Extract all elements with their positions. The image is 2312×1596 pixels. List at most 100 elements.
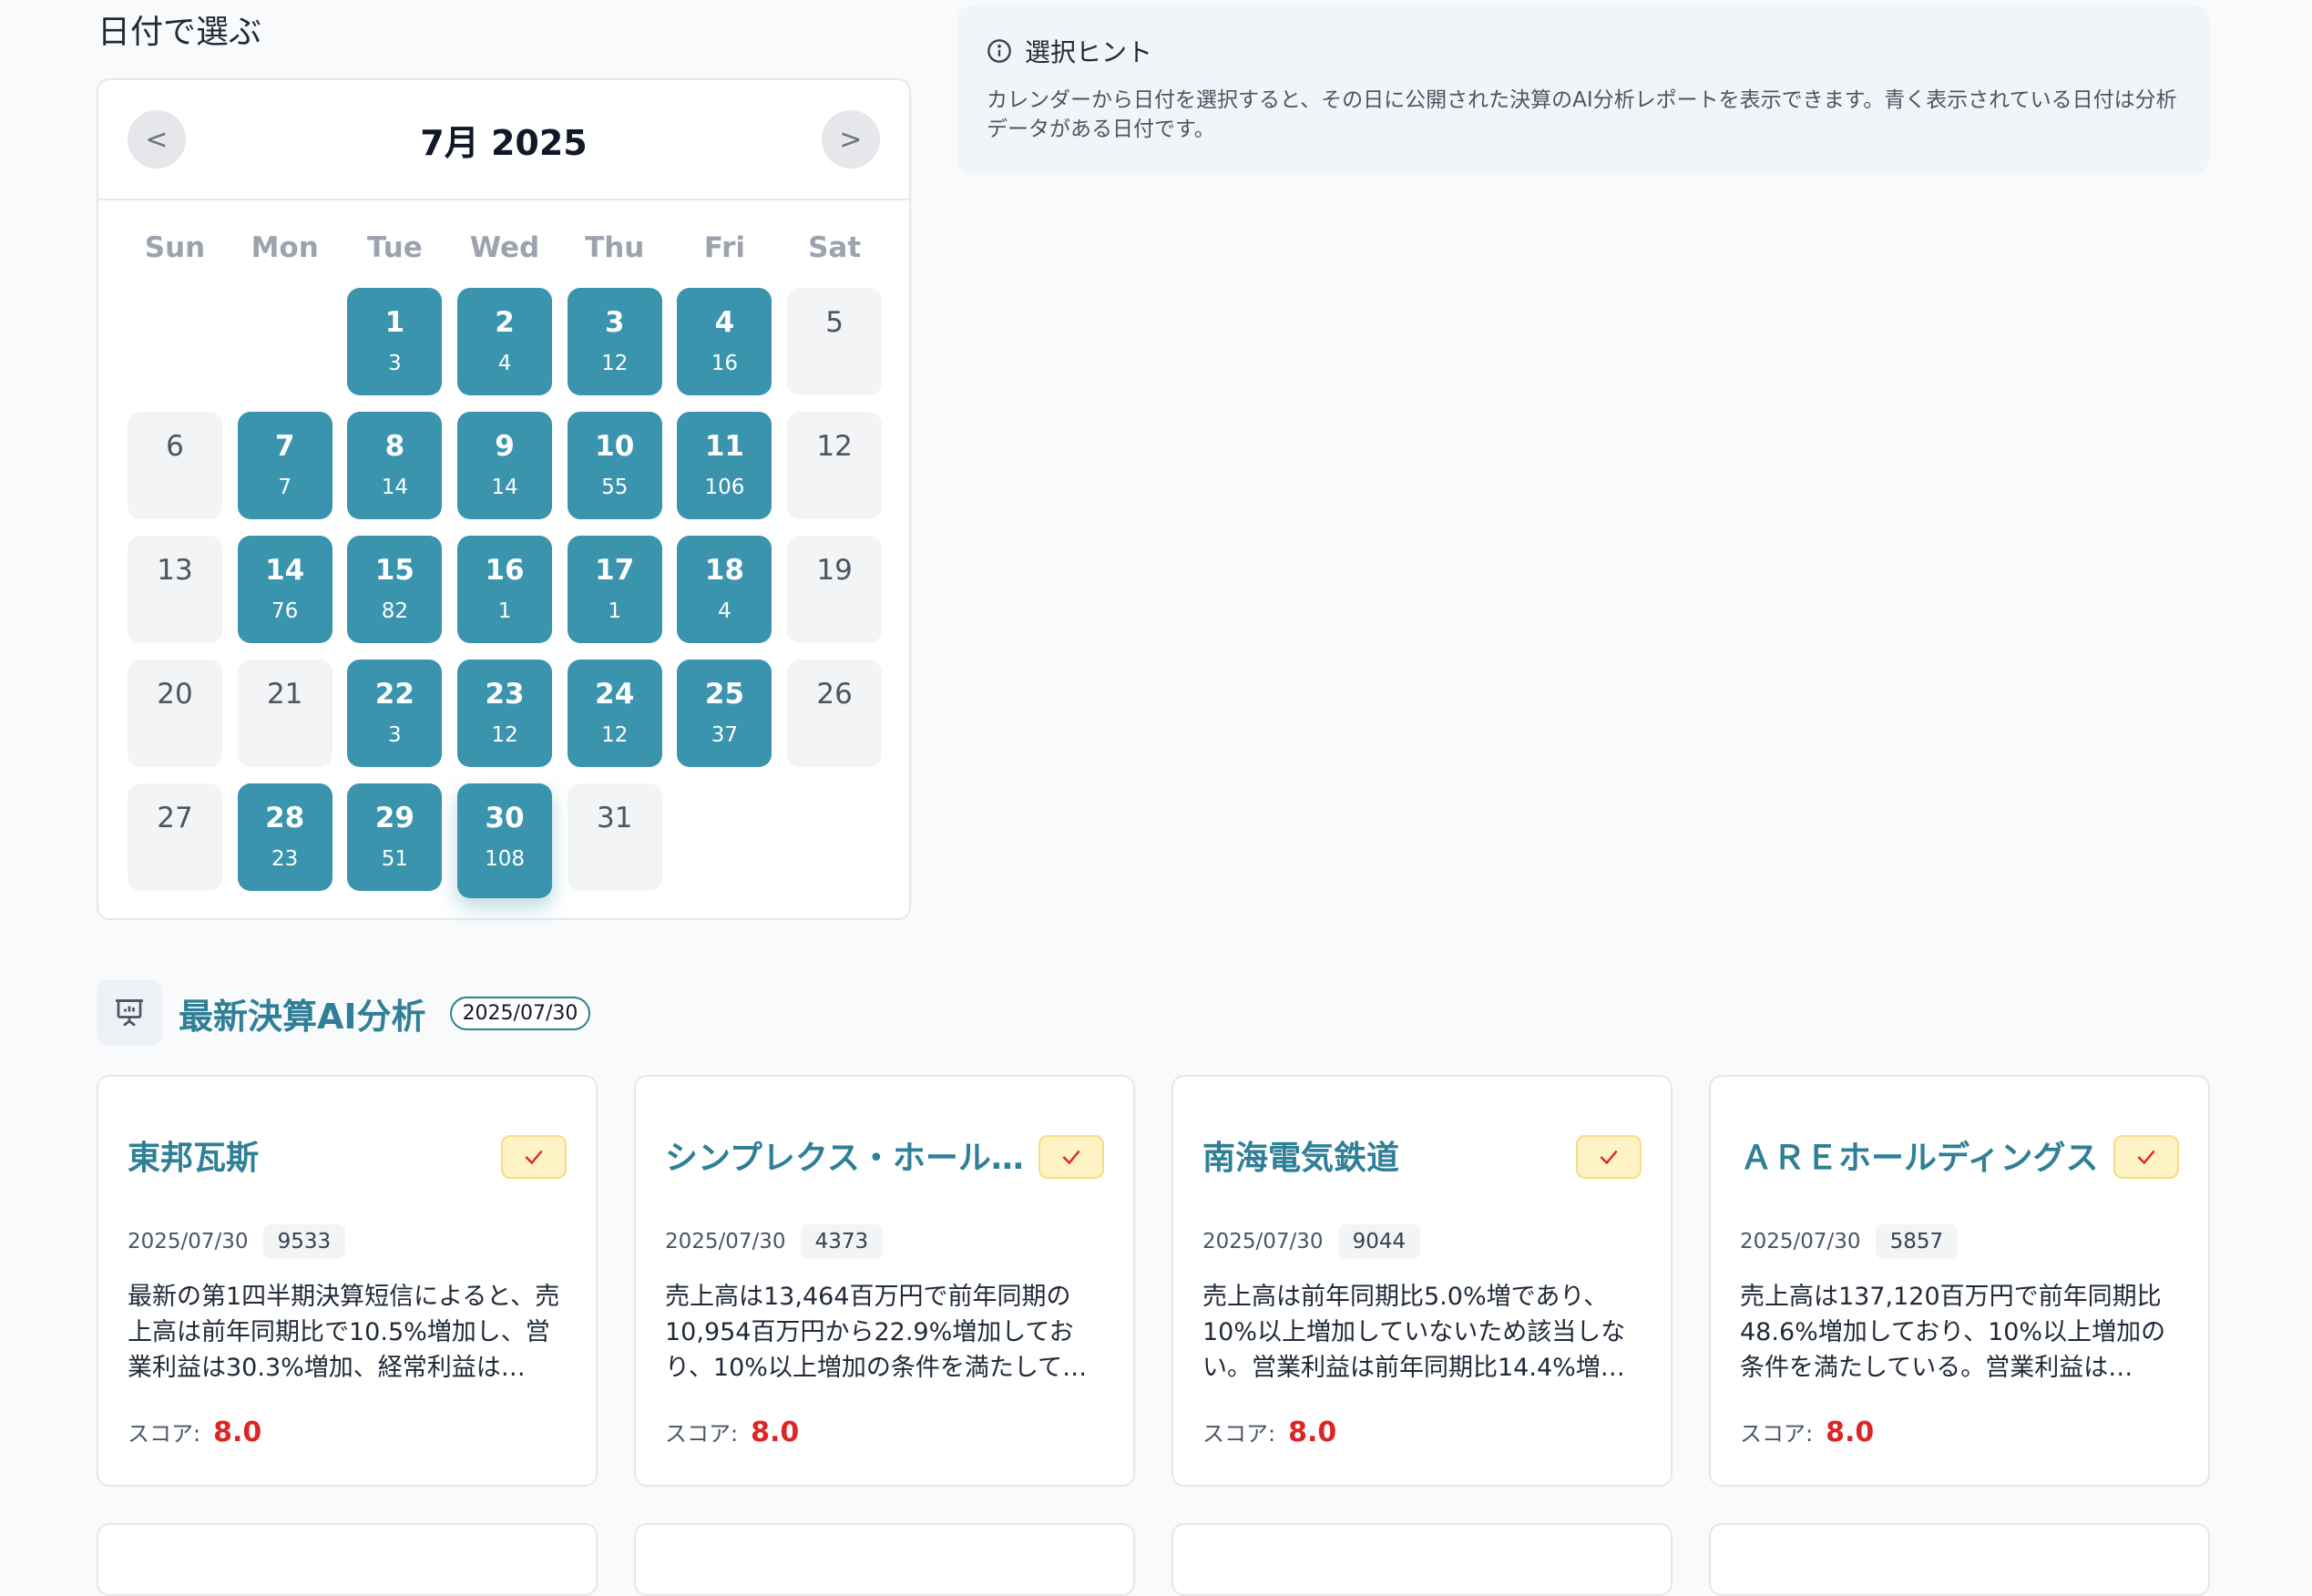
check-icon [2113,1135,2179,1179]
check-icon [1038,1135,1104,1179]
card-date: 2025/07/30 [1202,1230,1324,1253]
day-number: 1 [384,306,405,339]
analysis-card[interactable] [97,1523,598,1596]
day-number: 14 [265,554,305,587]
calendar-grid: 1 3 2 4 3 12 4 16 5 6 7 7 8 14 9 14 10 55 11 106 12 13 14 76 15 8… [128,288,883,898]
day-number: 27 [157,802,193,834]
company-name[interactable]: シンプレクス・ホール… [665,1131,1038,1179]
calendar-day-23[interactable]: 23 12 [457,660,553,767]
stock-code-badge: 4373 [800,1224,884,1259]
report-count: 106 [704,476,745,499]
calendar-day-7[interactable]: 77 [237,412,332,519]
day-number: 7 [274,430,295,463]
report-count: 12 [601,723,629,747]
analysis-card[interactable] [1709,1523,2210,1596]
calendar-day-29[interactable]: 29 51 [347,783,443,891]
report-count: 12 [601,352,629,375]
calendar-day-11[interactable]: 11 106 [677,412,772,519]
calendar-day-8[interactable]: 8 14 [347,412,443,519]
calendar-day-28[interactable]: 28 23 [237,783,332,891]
calendar-day-13: 13 [128,536,222,643]
calendar-day-10[interactable]: 10 55 [567,412,662,519]
report-count: 37 [711,723,739,747]
calendar-day-2[interactable]: 24 [457,288,553,395]
hint-text: カレンダーから日付を選択すると、その日に公開された決算のAI分析レポートを表示で… [987,88,2177,141]
analysis-card[interactable]: 東邦瓦斯 2025/07/30 9533 最新の第1四半期決算短信によると、売上高は前… [97,1075,598,1487]
calendar-day-15[interactable]: 15 82 [347,536,443,643]
card-date: 2025/07/30 [665,1230,786,1253]
report-count: 108 [485,847,526,871]
day-number: 20 [157,678,193,711]
report-count: 3 [388,723,402,747]
analysis-card[interactable]: 南海電気鉄道 2025/07/30 9044 売上高は前年同期比5.0%増であり、10… [1171,1075,1673,1487]
calendar-day-26: 26 [787,660,883,767]
card-summary: 売上高は前年同期比5.0%増であり、10%以上増加していないため該当しない。営業… [1202,1283,1626,1382]
calendar-day-3[interactable]: 3 12 [567,288,662,395]
calendar-day-21: 21 [237,660,332,767]
card-score: スコア: 8.0 [665,1416,799,1448]
report-count: 55 [601,476,629,499]
day-number: 24 [595,678,635,711]
score-value: 8.0 [1288,1417,1337,1448]
calendar-day-24[interactable]: 24 12 [567,660,662,767]
card-summary: 売上高は137,120百万円で前年同期比48.6%増加しており、10%以上増加の… [1740,1283,2166,1382]
report-count: 1 [497,599,512,623]
calendar-day-1[interactable]: 13 [347,288,443,395]
calendar-day-9[interactable]: 9 14 [457,412,553,519]
selection-hint-panel: 選択ヒント カレンダーから日付を選択すると、その日に公開された決算のAI分析レポ… [957,5,2209,173]
latest-analysis-title: 最新決算AI分析 [179,996,426,1037]
hint-title: 選択ヒント [1025,37,1153,67]
report-count: 1 [608,599,622,623]
day-number: 12 [816,430,853,463]
report-count: 82 [381,599,409,623]
analysis-card-list: 東邦瓦斯 2025/07/30 9533 最新の第1四半期決算短信によると、売上高は前… [97,1075,2210,1487]
analysis-card[interactable] [634,1523,1135,1596]
company-name[interactable]: 東邦瓦斯 [128,1131,501,1179]
calendar-day-25[interactable]: 25 37 [677,660,772,767]
day-number: 10 [595,430,635,463]
day-number: 19 [816,554,853,587]
score-value: 8.0 [1826,1417,1875,1448]
analysis-card-list-row2 [97,1523,2210,1596]
card-summary: 売上高は13,464百万円で前年同期の10,954百万円から22.9%増加してお… [665,1283,1088,1382]
stock-code-badge: 9533 [262,1224,346,1259]
weekday-label: Thu [585,231,645,264]
day-number: 26 [816,678,853,711]
calendar-day-22[interactable]: 22 3 [347,660,443,767]
calendar-day-18[interactable]: 18 4 [677,536,772,643]
weekday-header: Sun Mon Tue Wed Thu Fri Sat [128,231,882,264]
card-meta: 2025/07/30 5857 [1740,1224,1959,1259]
day-number: 6 [166,430,184,463]
day-number: 29 [374,802,414,834]
score-label: スコア: [665,1421,739,1447]
report-count: 7 [278,476,292,499]
card-date: 2025/07/30 [1740,1230,1861,1253]
day-number: 18 [704,554,744,587]
next-month-button[interactable]: > [822,110,880,169]
company-name[interactable]: ＡＲＥホールディングス [1740,1131,2113,1179]
report-count: 4 [497,352,512,375]
calendar-day-17[interactable]: 17 1 [567,536,662,643]
score-label: スコア: [128,1421,201,1447]
calendar-day-6: 6 [128,412,222,519]
score-value: 8.0 [213,1417,262,1448]
day-number: 2 [495,306,515,339]
report-count: 23 [271,847,299,871]
hint-header: 選択ヒント [987,33,2180,69]
calendar-day-4[interactable]: 4 16 [677,288,772,395]
analysis-card[interactable]: シンプレクス・ホール… 2025/07/30 4373 売上高は13,464百万円で前… [634,1075,1135,1487]
analysis-card[interactable]: ＡＲＥホールディングス 2025/07/30 5857 売上高は137,120百万円で… [1709,1075,2210,1487]
company-name[interactable]: 南海電気鉄道 [1202,1131,1576,1179]
calendar-day-16[interactable]: 16 1 [457,536,553,643]
calendar-day-30[interactable]: 30 108 [457,783,553,898]
score-label: スコア: [1202,1421,1276,1447]
day-number: 17 [595,554,635,587]
calendar-day-31: 31 [567,783,662,891]
day-number: 30 [485,802,525,834]
calendar-day-14[interactable]: 14 76 [237,536,332,643]
day-number: 23 [485,678,525,711]
analysis-card[interactable] [1171,1523,1673,1596]
day-number: 31 [597,802,633,834]
report-count: 76 [271,599,299,623]
check-icon [1576,1135,1642,1179]
